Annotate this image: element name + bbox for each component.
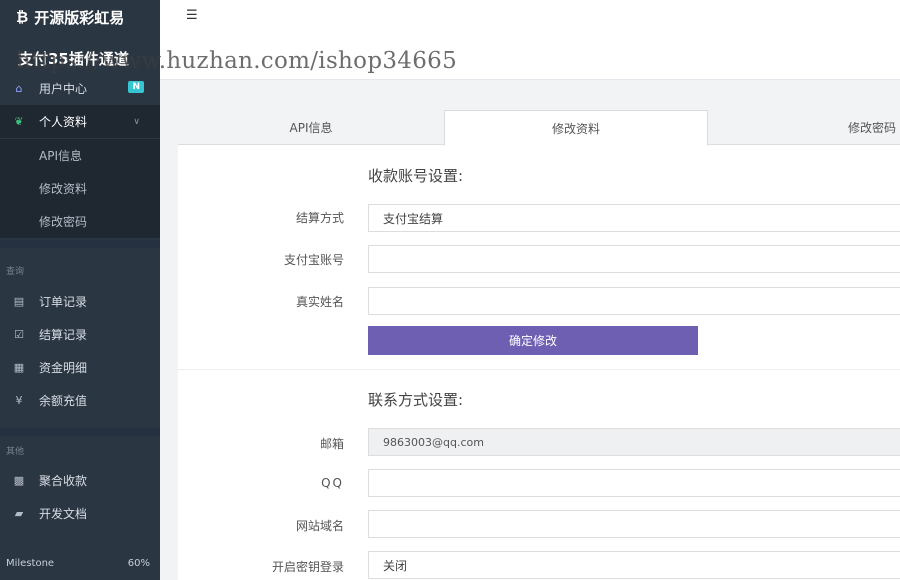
milestone-label: Milestone bbox=[6, 558, 55, 569]
leaf-icon: ❦ bbox=[14, 115, 24, 128]
tab-api-info[interactable]: API信息 bbox=[178, 110, 444, 145]
sidebar-subitem-api-info[interactable]: API信息 bbox=[0, 139, 160, 172]
sidebar-item-label: 资金明细 bbox=[39, 361, 88, 375]
chevron-down-icon: ∨ bbox=[133, 116, 140, 127]
email-label: 邮箱 bbox=[319, 437, 344, 451]
sidebar-subitem-edit-profile[interactable]: 修改资料 bbox=[0, 172, 160, 205]
confirm-modify-button[interactable]: 确定修改 bbox=[368, 326, 698, 355]
menu-toggle-icon[interactable]: ☰ bbox=[186, 8, 198, 23]
home-icon: ⌂ bbox=[15, 82, 23, 95]
contact-settings-title: 联系方式设置: bbox=[368, 391, 464, 409]
qrcode-icon: ▩ bbox=[13, 474, 25, 487]
form-separator bbox=[178, 369, 900, 370]
email-field: 9863003@qq.com bbox=[368, 428, 900, 456]
sidebar-item-settlements[interactable]: ☑ 结算记录 bbox=[0, 318, 160, 351]
real-name-label: 真实姓名 bbox=[295, 295, 344, 309]
yen-icon: ¥ bbox=[15, 394, 23, 407]
milestone-value: 60% bbox=[127, 558, 150, 569]
sidebar-item-label: 余额充值 bbox=[39, 394, 88, 408]
sidebar-item-dev-docs[interactable]: ▰ 开发文档 bbox=[0, 497, 160, 530]
profile-tabs: API信息 修改资料 修改密码 bbox=[178, 110, 900, 146]
sidebar-divider bbox=[0, 428, 160, 436]
sidebar-item-aggregate-payment[interactable]: ▩ 聚合收款 bbox=[0, 464, 160, 497]
sidebar-item-orders[interactable]: ▤ 订单记录 bbox=[0, 285, 160, 318]
sidebar: ₿ 开源版彩虹易 ⌂ 用户中心 N ❦ 个人资料 ∨ API信息 修改资料 修改… bbox=[0, 0, 160, 580]
qq-label: QQ bbox=[321, 476, 344, 490]
tab-edit-profile[interactable]: 修改资料 bbox=[444, 110, 708, 146]
bitcoin-icon: ₿ bbox=[16, 8, 29, 26]
sidebar-item-fund-details[interactable]: ▦ 资金明细 bbox=[0, 351, 160, 384]
tab-change-password[interactable]: 修改密码 bbox=[708, 110, 900, 145]
sidebar-divider bbox=[0, 240, 160, 248]
sidebar-item-label: 开发文档 bbox=[39, 507, 88, 521]
sidebar-item-label: 订单记录 bbox=[39, 295, 88, 309]
sidebar-item-recharge[interactable]: ¥ 余额充值 bbox=[0, 384, 160, 417]
website-domain-label: 网站域名 bbox=[295, 519, 344, 533]
sidebar-item-label: 用户中心 bbox=[39, 82, 88, 96]
payment-settings-title: 收款账号设置: bbox=[368, 167, 464, 185]
key-login-label: 开启密钥登录 bbox=[271, 560, 344, 574]
website-domain-input[interactable] bbox=[368, 510, 900, 538]
sidebar-subitem-change-password[interactable]: 修改密码 bbox=[0, 205, 160, 238]
check-square-icon: ☑ bbox=[14, 328, 24, 341]
sidebar-item-label: 聚合收款 bbox=[39, 474, 88, 488]
key-login-select[interactable]: 关闭 bbox=[368, 551, 900, 579]
list-icon: ▤ bbox=[13, 295, 25, 308]
sidebar-item-label: 个人资料 bbox=[39, 115, 88, 129]
brand[interactable]: ₿ 开源版彩虹易 bbox=[0, 0, 160, 34]
settle-method-select[interactable]: 支付宝结算 bbox=[368, 204, 900, 232]
sidebar-item-user-center[interactable]: ⌂ 用户中心 N bbox=[0, 72, 160, 105]
brand-title: 开源版彩虹易 bbox=[34, 8, 125, 27]
sidebar-item-label: 结算记录 bbox=[39, 328, 88, 342]
alipay-account-input[interactable] bbox=[368, 245, 900, 273]
real-name-input[interactable] bbox=[368, 287, 900, 315]
calendar-icon: ▦ bbox=[13, 361, 25, 374]
new-badge: N bbox=[128, 81, 144, 93]
sidebar-item-profile[interactable]: ❦ 个人资料 ∨ bbox=[0, 105, 160, 138]
qq-input[interactable] bbox=[368, 469, 900, 497]
milestone-progress: Milestone 60% bbox=[6, 558, 150, 569]
section-label-other: 其他 bbox=[6, 447, 25, 457]
section-label-query: 查询 bbox=[6, 267, 25, 277]
settle-method-label: 结算方式 bbox=[295, 211, 344, 225]
book-icon: ▰ bbox=[14, 507, 24, 520]
watermark-text: https://www.huzhan.com/ishop34665 bbox=[16, 48, 458, 74]
alipay-account-label: 支付宝账号 bbox=[283, 253, 344, 267]
